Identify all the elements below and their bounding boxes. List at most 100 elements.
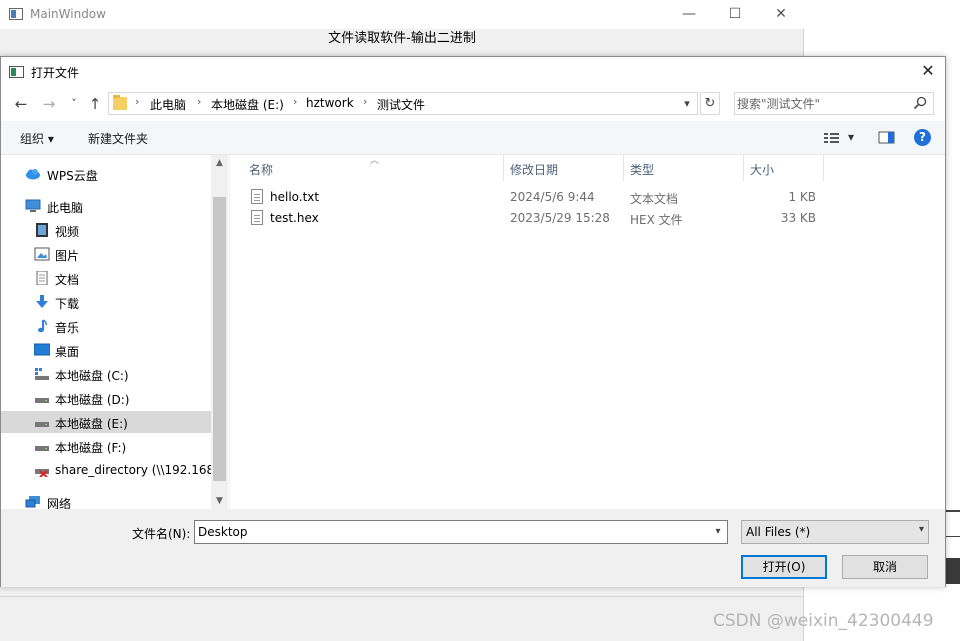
file-row[interactable]: test.hex 2023/5/29 15:28 HEX 文件 33 KB [246,208,846,229]
folder-icon [113,95,127,110]
column-header-modified[interactable]: 修改日期 [510,161,558,178]
sidebar-item-videos[interactable]: 视频 [1,219,211,241]
dialog-footer: 文件名(N): ▾ All Files (*) ▾ 打开(O) 取消 [1,509,945,587]
help-icon[interactable]: ? [914,129,931,146]
sidebar-item-drive-e[interactable]: 本地磁盘 (E:) [1,411,211,433]
network-drive-icon [35,469,49,477]
file-list: ︿ 名称 修改日期 类型 大小 hello.txt 2024/5/6 9:44 … [230,155,945,509]
minimize-button[interactable]: — [666,2,712,28]
back-button[interactable]: ← [11,94,31,114]
scroll-up-icon[interactable]: ▲ [211,155,228,171]
view-menu-button[interactable]: ▾ [848,130,854,150]
dialog-close-button[interactable]: ✕ [917,60,939,82]
breadcrumb-hztwork[interactable]: hztwork [306,96,354,110]
sidebar-item-desktop[interactable]: 桌面 [1,339,211,361]
sidebar-item-pictures[interactable]: 图片 [1,243,211,265]
search-input[interactable] [737,95,907,112]
video-icon [36,223,48,237]
file-type-filter[interactable]: All Files (*) ▾ [741,520,929,544]
drive-icon [35,422,49,427]
main-window-title: MainWindow [30,7,106,21]
sidebar-item-music[interactable]: 音乐 [1,315,211,337]
desktop-icon [34,343,50,356]
preview-pane-icon[interactable] [878,128,896,148]
drive-icon [35,398,49,403]
column-header-name[interactable]: 名称 [249,161,273,178]
column-divider[interactable] [743,155,744,181]
divider [0,596,804,597]
app-icon [9,8,23,20]
sidebar-item-this-pc[interactable]: 此电脑 [1,195,211,217]
sidebar-item-label: 此电脑 [47,201,84,215]
sidebar-item-wps-cloud[interactable]: WPS云盘 [1,163,211,185]
column-divider[interactable] [503,155,504,181]
hex-file-icon [251,210,263,225]
sidebar-item-label: 本地磁盘 (F:) [55,441,127,455]
file-modified: 2023/5/29 15:28 [510,211,610,225]
file-name: hello.txt [270,190,320,204]
open-button[interactable]: 打开(O) [741,555,827,579]
breadcrumb-this-pc[interactable]: 此电脑 [150,96,186,113]
dialog-icon [9,66,24,78]
file-name: test.hex [270,211,319,225]
new-folder-button[interactable]: 新建文件夹 [88,130,148,147]
column-divider[interactable] [623,155,624,181]
refresh-button[interactable]: ↻ [700,92,720,115]
file-row[interactable]: hello.txt 2024/5/6 9:44 文本文档 1 KB [246,187,846,208]
chevron-down-icon[interactable]: ▾ [711,523,725,541]
music-icon [38,319,47,333]
document-icon [36,271,48,285]
file-modified: 2024/5/6 9:44 [510,190,595,204]
sidebar-item-label: 桌面 [55,345,80,359]
close-button[interactable]: ✕ [758,2,804,28]
main-window-titlebar: MainWindow — ☐ ✕ [0,0,804,29]
scroll-down-icon[interactable]: ▼ [211,493,228,509]
sidebar-item-label: 本地磁盘 (C:) [55,369,129,383]
cancel-button[interactable]: 取消 [842,555,928,579]
breadcrumb-test-folder[interactable]: 测试文件 [377,96,425,113]
search-box[interactable] [734,92,934,115]
text-file-icon [251,189,263,204]
navigation-scrollbar[interactable]: ▲ ▼ [211,155,228,509]
background-strip [946,510,960,512]
filename-combobox[interactable]: ▾ [194,520,728,544]
sidebar-item-share-directory[interactable]: share_directory (\\192.168. [1,459,218,481]
sidebar-item-drive-f[interactable]: 本地磁盘 (F:) [1,435,211,457]
filename-input[interactable] [198,524,698,540]
sidebar-item-label: 本地磁盘 (D:) [55,393,130,407]
watermark: CSDN @weixin_42300449 [713,611,934,631]
chevron-down-icon: ▾ [918,524,924,535]
chevron-down-icon[interactable]: ▾ [679,94,695,113]
drive-icon [35,446,49,451]
sort-ascending-icon: ︿ [370,156,380,166]
file-size: 1 KB [788,190,816,204]
address-bar[interactable]: › 此电脑 › 本地磁盘 (E:) › hztwork › 测试文件 ▾ [108,92,698,115]
scrollbar-thumb[interactable] [213,197,226,481]
background-strip [946,536,960,537]
file-type: 文本文档 [630,192,679,206]
organize-button[interactable]: 组织 ▾ [20,130,54,147]
up-button[interactable]: ↑ [85,94,105,114]
file-type-filter-value: All Files (*) [746,525,811,539]
forward-button[interactable]: → [39,94,59,114]
breadcrumb-drive-e[interactable]: 本地磁盘 (E:) [211,96,284,113]
breadcrumb-separator: › [363,95,368,108]
sidebar-item-drive-d[interactable]: 本地磁盘 (D:) [1,387,211,409]
column-header-size[interactable]: 大小 [750,161,774,178]
file-type: HEX 文件 [630,213,683,227]
recent-locations-button[interactable]: ˅ [64,94,84,114]
sidebar-item-label: WPS云盘 [47,169,98,183]
sidebar-item-downloads[interactable]: 下载 [1,291,211,313]
sidebar-item-label: 音乐 [55,321,80,335]
file-size: 33 KB [780,211,816,225]
download-icon [36,295,48,308]
maximize-button[interactable]: ☐ [712,2,758,28]
breadcrumb-separator: › [197,95,202,108]
column-header-type[interactable]: 类型 [630,161,654,178]
sidebar-item-drive-c[interactable]: 本地磁盘 (C:) [1,363,211,385]
column-divider[interactable] [823,155,824,181]
sidebar-item-documents[interactable]: 文档 [1,267,211,289]
address-row: ← → ˅ ↑ › 此电脑 › 本地磁盘 (E:) › hztwork › 测试… [1,87,945,121]
view-options-icon[interactable] [823,128,841,148]
computer-icon [25,199,41,212]
